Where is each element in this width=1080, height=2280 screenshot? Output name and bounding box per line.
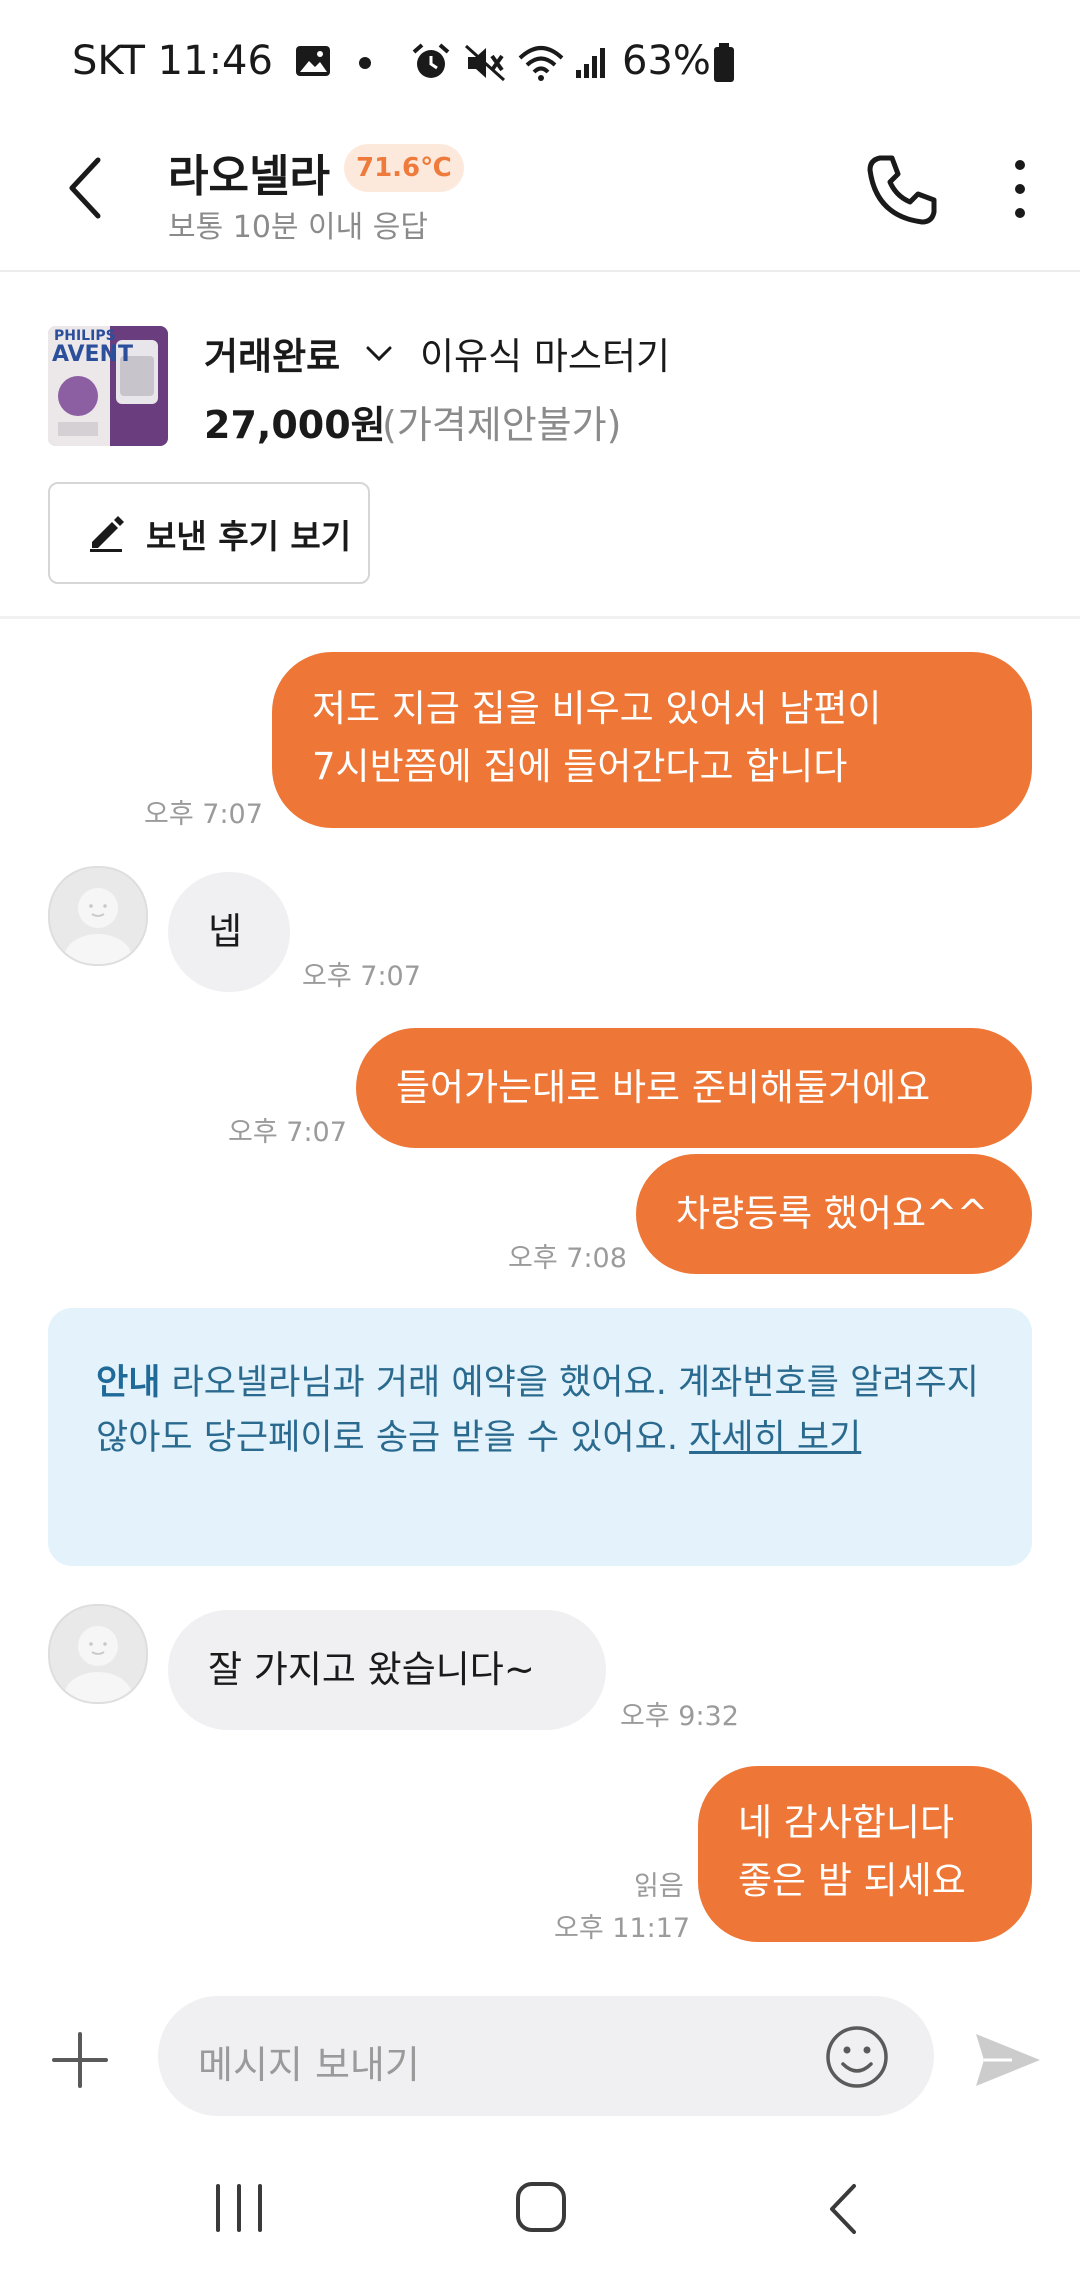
phone-icon[interactable] [862, 150, 942, 230]
default-profile-icon [64, 888, 132, 964]
read-receipt: 읽음 [634, 1871, 684, 1902]
notice-label: 안내 [96, 1363, 161, 1403]
product-thumbnail[interactable]: PHILIPS AVENT [48, 326, 168, 446]
manner-temperature-badge: 71.6℃ [344, 144, 464, 192]
message-text: 차량등록 했어요^^ [676, 1192, 989, 1235]
emoji-icon[interactable] [824, 2024, 890, 2090]
trade-status[interactable]: 거래완료 [204, 326, 340, 380]
alarm-icon [412, 43, 450, 78]
status-bar: SKT 11:46 63% [0, 0, 1080, 120]
thumb-logo: AVENT [52, 342, 134, 367]
default-profile-icon [64, 1626, 132, 1702]
more-options-icon[interactable] [1000, 155, 1040, 225]
message-time: 오후 7:07 [144, 799, 263, 830]
outgoing-message-bubble[interactable]: 저도 지금 집을 비우고 있어서 남편이 7시반쯤에 집에 들어간다고 합니다 [272, 652, 1032, 828]
outgoing-message-bubble[interactable]: 들어가는대로 바로 준비해둘거에요 [356, 1028, 1032, 1148]
chevron-down-icon[interactable] [364, 338, 394, 368]
avatar[interactable] [48, 1604, 148, 1704]
incoming-message-bubble[interactable]: 넵 [168, 872, 290, 992]
signal-icon [576, 48, 605, 78]
notice-text: 안내 라오넬라님과 거래 예약을 했어요. 계좌번호를 알려주지 않아도 당근페… [96, 1356, 996, 1466]
review-button-label: 보낸 후기 보기 [146, 517, 352, 556]
gallery-icon [296, 46, 330, 76]
product-price: 27,000원 [204, 403, 386, 447]
message-text: 들어가는대로 바로 준비해둘거에요 [396, 1066, 931, 1109]
message-time: 오후 7:07 [302, 961, 421, 992]
message-text: 좋은 밤 되세요 [738, 1859, 966, 1902]
message-text: 저도 지금 집을 비우고 있어서 남편이 [312, 687, 882, 730]
wifi-icon [518, 46, 564, 81]
divider [0, 616, 1080, 619]
home-icon[interactable] [514, 2180, 568, 2236]
message-text: 네 감사합니다 [738, 1801, 955, 1844]
message-time: 오후 7:07 [228, 1117, 347, 1148]
dot-icon [359, 57, 371, 69]
message-time: 오후 11:17 [554, 1913, 691, 1944]
message-text: 잘 가지고 왔습니다~ [208, 1648, 535, 1691]
message-text: 넵 [208, 910, 243, 953]
product-name[interactable]: 이유식 마스터기 [420, 326, 670, 380]
back-arrow-icon[interactable] [58, 148, 118, 228]
outgoing-message-bubble[interactable]: 네 감사합니다 좋은 밤 되세요 [698, 1766, 1032, 1942]
response-time: 보통 10분 이내 응답 [168, 210, 428, 245]
send-icon[interactable] [972, 2030, 1044, 2090]
battery-icon [714, 43, 734, 82]
incoming-message-bubble[interactable]: 잘 가지고 왔습니다~ [168, 1610, 606, 1730]
system-back-icon[interactable] [824, 2182, 864, 2236]
carrier-time: SKT 11:46 [72, 38, 273, 84]
message-time: 오후 9:32 [620, 1701, 739, 1732]
outgoing-message-bubble[interactable]: 차량등록 했어요^^ [636, 1154, 1032, 1274]
battery-percent: 63% [622, 38, 711, 84]
message-text: 7시반쯤에 집에 들어간다고 합니다 [312, 745, 848, 788]
chat-partner-name[interactable]: 라오넬라 [168, 140, 330, 204]
plus-icon[interactable] [50, 2030, 110, 2090]
message-time: 오후 7:08 [508, 1243, 627, 1274]
mute-icon [464, 44, 506, 82]
learn-more-link[interactable]: 자세히 보기 [689, 1418, 861, 1458]
system-nav-bar [0, 2160, 1080, 2280]
message-input-placeholder: 메시지 보내기 [198, 2043, 420, 2087]
avatar[interactable] [48, 866, 148, 966]
recent-apps-icon[interactable] [212, 2182, 266, 2234]
price-note: (가격제안불가) [382, 403, 622, 447]
pencil-icon [90, 516, 124, 552]
